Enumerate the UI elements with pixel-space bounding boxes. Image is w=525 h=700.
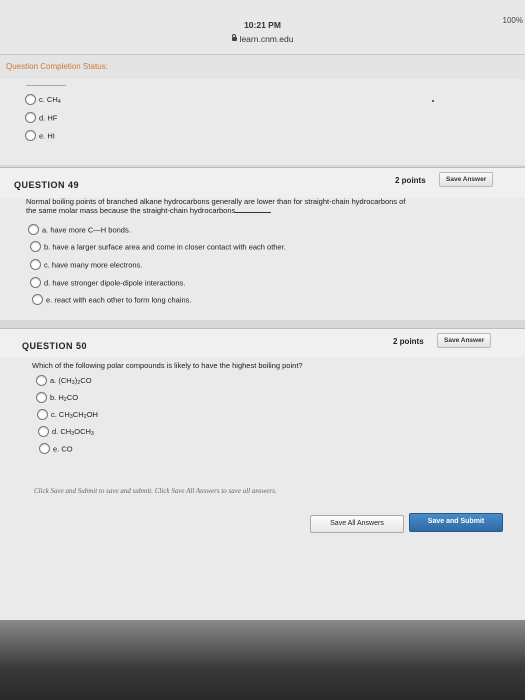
- prev-option-c[interactable]: c. CH4: [25, 94, 61, 106]
- prev-option-e[interactable]: e. HI: [25, 130, 55, 142]
- radio-button[interactable]: [25, 112, 36, 123]
- radio-button[interactable]: [32, 294, 43, 305]
- option-label: e. HI: [39, 131, 55, 141]
- radio-button[interactable]: [36, 392, 47, 403]
- option-label: a. (CH3)2CO: [50, 376, 92, 387]
- radio-button[interactable]: [37, 409, 48, 420]
- radio-button[interactable]: [30, 259, 41, 270]
- question-50-save-answer-button[interactable]: Save Answer: [437, 333, 492, 348]
- question-50-points: 2 points: [393, 337, 424, 346]
- radio-button[interactable]: [30, 241, 41, 252]
- radio-button[interactable]: [39, 443, 50, 454]
- q50-option-c[interactable]: c. CH3CH2OH: [37, 409, 98, 421]
- fill-in-blank: [235, 206, 272, 213]
- option-label: c. have many more electrons.: [44, 260, 143, 270]
- cutoff-option: [26, 80, 66, 86]
- option-label: e. react with each other to form long ch…: [46, 295, 192, 305]
- submit-instructions: Click Save and Submit to save and submit…: [34, 487, 277, 495]
- question-50-title: QUESTION 50: [22, 341, 88, 351]
- question-49-save-answer-button[interactable]: Save Answer: [439, 172, 494, 187]
- q49-option-d[interactable]: d. have stronger dipole-dipole interacti…: [30, 277, 186, 289]
- option-label: d. have stronger dipole-dipole interacti…: [44, 278, 186, 288]
- battery-indicator: 100%: [502, 16, 523, 25]
- option-label: b. have a larger surface area and come i…: [44, 242, 286, 252]
- q50-option-b[interactable]: b. H2CO: [36, 392, 79, 404]
- q50-option-a[interactable]: a. (CH3)2CO: [36, 375, 92, 387]
- question-49-text-line1: Normal boiling points of branched alkane…: [26, 197, 406, 206]
- option-label: c. CH3CH2OH: [51, 410, 98, 421]
- url-text: learn.cnm.edu: [239, 34, 294, 44]
- q49-option-e[interactable]: e. react with each other to form long ch…: [32, 294, 192, 306]
- option-label: e. CO: [53, 444, 73, 454]
- question-49-points: 2 points: [395, 176, 426, 185]
- completion-status-label: Question Completion Status:: [6, 62, 108, 71]
- save-all-answers-button[interactable]: Save All Answers: [310, 515, 404, 533]
- lock-icon: [231, 34, 237, 41]
- q49-option-c[interactable]: c. have many more electrons.: [30, 259, 143, 271]
- q50-option-d[interactable]: d. CH3OCH3: [38, 426, 94, 438]
- option-label: d. CH3OCH3: [52, 427, 94, 438]
- save-and-submit-button[interactable]: Save and Submit: [409, 513, 503, 532]
- q49-option-b[interactable]: b. have a larger surface area and come i…: [30, 241, 286, 253]
- address-bar[interactable]: learn.cnm.edu: [0, 34, 525, 44]
- prev-question-panel: [0, 79, 525, 165]
- radio-button[interactable]: [28, 224, 39, 235]
- prev-option-d[interactable]: d. HF: [25, 112, 58, 124]
- q50-option-e[interactable]: e. CO: [39, 443, 73, 455]
- question-49-title: QUESTION 49: [14, 180, 80, 190]
- radio-button[interactable]: [38, 426, 49, 437]
- question-49-text-line2: the same molar mass because the straight…: [26, 206, 272, 215]
- radio-button[interactable]: [25, 94, 36, 105]
- q49-option-a[interactable]: a. have more C—H bonds.: [28, 224, 131, 236]
- screen-bezel-shadow: [0, 620, 525, 700]
- option-label: d. HF: [39, 113, 58, 123]
- question-50-text: Which of the following polar compounds i…: [32, 361, 303, 370]
- option-label: a. have more C—H bonds.: [42, 225, 131, 235]
- radio-button[interactable]: [30, 277, 41, 288]
- cursor-dot: [432, 100, 434, 102]
- question-text: the same molar mass because the straight…: [26, 206, 236, 215]
- radio-button[interactable]: [25, 130, 36, 141]
- clock: 10:21 PM: [244, 20, 281, 30]
- option-label: c. CH4: [39, 95, 61, 106]
- option-label: b. H2CO: [50, 393, 79, 404]
- radio-button[interactable]: [36, 375, 47, 386]
